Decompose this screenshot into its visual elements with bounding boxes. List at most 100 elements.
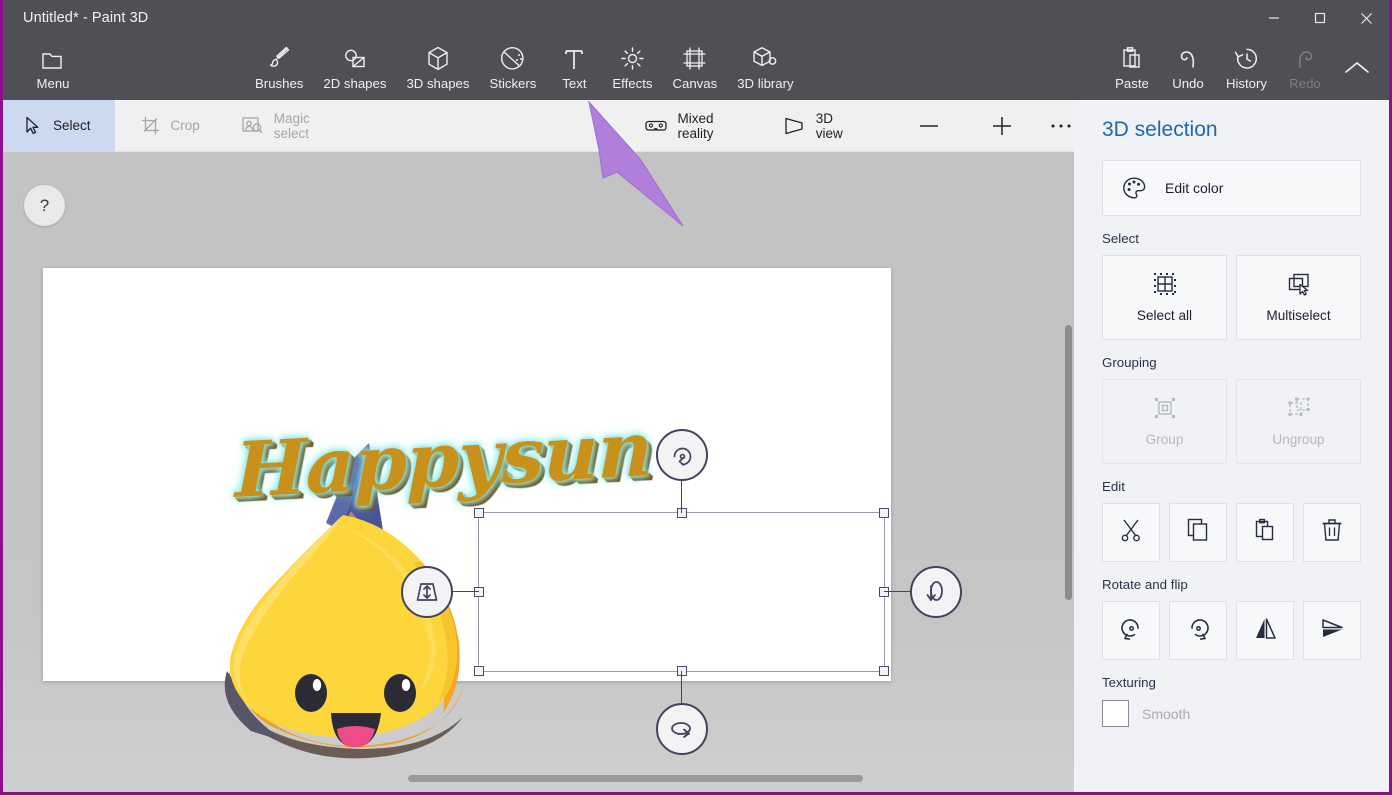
canvas-horizontal-scrollbar[interactable] <box>408 775 863 782</box>
menu-label: Menu <box>36 76 70 91</box>
flip-horizontal-button[interactable] <box>1236 601 1294 660</box>
rotate-flip-buttons-row <box>1102 601 1361 660</box>
flip-horizontal-icon <box>1253 616 1278 646</box>
select-buttons-row: Select all Multiselect <box>1102 255 1361 340</box>
resize-handle-left-center[interactable] <box>474 587 484 597</box>
menu-button[interactable]: Menu <box>21 36 85 100</box>
artboard[interactable]: Happysun <box>43 268 962 759</box>
tool-select[interactable]: Select <box>3 99 115 152</box>
canvas-stage[interactable]: ? Happysun <box>3 152 1080 792</box>
rotate-y-handle[interactable] <box>655 703 708 755</box>
group-icon <box>1153 396 1177 423</box>
edit-buttons-row <box>1102 503 1361 562</box>
rotate-left-button[interactable] <box>1102 601 1160 660</box>
cut-button[interactable] <box>1102 503 1160 562</box>
cube-icon <box>427 45 449 71</box>
paint3d-window: Untitled* - Paint 3D Menu Brushes 2D sha… <box>0 0 1392 795</box>
sticker-icon <box>500 45 525 71</box>
canvas-vertical-scrollbar[interactable] <box>1065 325 1072 600</box>
rotate-flip-section-label: Rotate and flip <box>1102 577 1188 592</box>
help-button[interactable]: ? <box>24 185 65 226</box>
texturing-section-label: Texturing <box>1102 675 1156 690</box>
minimize-button[interactable] <box>1251 0 1297 36</box>
zoom-out-button[interactable] <box>910 100 947 152</box>
selection-box[interactable] <box>401 429 962 755</box>
panel-title: 3D selection <box>1102 118 1218 141</box>
resize-handle-top-center[interactable] <box>676 508 687 518</box>
window-controls <box>1251 0 1389 36</box>
title-bar: Untitled* - Paint 3D <box>3 0 1389 36</box>
group-button[interactable]: Group <box>1102 379 1227 464</box>
ribbon-label-paste: Paste <box>1115 76 1149 91</box>
ribbon-item-undo[interactable]: Undo <box>1160 36 1216 100</box>
resize-handle-top-left[interactable] <box>474 508 484 518</box>
rotate-right-button[interactable] <box>1169 601 1227 660</box>
handle-connector-right <box>884 591 910 592</box>
select-all-button[interactable]: Select all <box>1102 255 1227 340</box>
rotate-x-handle[interactable] <box>910 566 962 618</box>
text-object-happysun[interactable]: Happysun <box>235 404 652 515</box>
tool-mixed-reality-label: Mixed reality <box>677 110 714 141</box>
cube-search-icon <box>752 45 779 71</box>
ribbon-label-effects: Effects <box>612 76 653 91</box>
window-title: Untitled* - Paint 3D <box>23 10 149 26</box>
ribbon-label-redo: Redo <box>1289 76 1321 91</box>
resize-handle-bottom-right[interactable] <box>879 666 889 676</box>
resize-handle-bottom-center[interactable] <box>676 666 687 676</box>
depth-move-handle[interactable] <box>401 566 453 618</box>
delete-button[interactable] <box>1303 503 1361 562</box>
rotate-z-handle[interactable] <box>655 429 708 481</box>
undo-arrow-icon <box>1176 45 1200 71</box>
ribbon-label-canvas: Canvas <box>672 76 718 91</box>
tool-select-label: Select <box>53 118 91 133</box>
sun-effects-icon <box>620 45 645 71</box>
help-label: ? <box>39 195 50 215</box>
rotate-left-icon <box>1119 616 1144 646</box>
smooth-checkbox-row[interactable]: Smooth <box>1102 700 1361 727</box>
edit-color-label: Edit color <box>1165 180 1224 196</box>
ribbon-item-effects[interactable]: Effects <box>602 36 662 100</box>
ribbon-item-stickers[interactable]: Stickers <box>479 36 546 100</box>
flip-vertical-button[interactable] <box>1303 601 1361 660</box>
ribbon-item-text[interactable]: Text <box>546 36 602 100</box>
ribbon-label-3d-shapes: 3D shapes <box>406 76 470 91</box>
resize-handle-top-right[interactable] <box>879 508 889 518</box>
resize-handle-bottom-left[interactable] <box>474 666 484 676</box>
ribbon-item-paste[interactable]: Paste <box>1104 36 1160 100</box>
ribbon-item-history[interactable]: History <box>1216 36 1277 100</box>
tool-3d-view[interactable]: 3D view <box>757 100 871 152</box>
maximize-button[interactable] <box>1297 0 1343 36</box>
tool-crop[interactable]: Crop <box>115 100 216 152</box>
edit-color-button[interactable]: Edit color <box>1102 160 1361 216</box>
paste-button[interactable] <box>1236 503 1294 562</box>
ungroup-icon <box>1287 396 1311 423</box>
ribbon-item-brushes[interactable]: Brushes <box>245 36 313 100</box>
resize-handle-right-center[interactable] <box>879 587 889 597</box>
smooth-checkbox[interactable] <box>1102 700 1129 727</box>
ribbon-item-canvas[interactable]: Canvas <box>662 36 727 100</box>
scissors-icon <box>1120 518 1142 547</box>
ribbon-collapse-button[interactable] <box>1333 36 1381 100</box>
multiselect-button[interactable]: Multiselect <box>1236 255 1361 340</box>
ribbon-item-2d-shapes[interactable]: 2D shapes <box>313 36 396 100</box>
ribbon-label-stickers: Stickers <box>489 76 537 91</box>
copy-button[interactable] <box>1169 503 1227 562</box>
ribbon-item-3d-shapes[interactable]: 3D shapes <box>396 36 479 100</box>
perspective-icon <box>783 116 805 136</box>
plus-icon <box>991 115 1013 137</box>
close-button[interactable] <box>1343 0 1389 36</box>
select-all-icon <box>1153 272 1177 299</box>
minus-icon <box>918 115 940 137</box>
edit-section-label: Edit <box>1102 479 1125 494</box>
zoom-in-button[interactable] <box>984 100 1021 152</box>
clipboard-icon <box>1254 518 1276 547</box>
tool-mixed-reality[interactable]: Mixed reality <box>629 100 757 152</box>
properties-panel: 3D selection Edit color Select Select al… <box>1074 100 1389 792</box>
ribbon-item-3d-library[interactable]: 3D library <box>727 36 803 100</box>
tool-magic-select[interactable]: Magic select <box>216 100 353 152</box>
crop-icon <box>141 116 160 135</box>
clipboard-icon <box>1120 45 1143 71</box>
ribbon-item-redo[interactable]: Redo <box>1277 36 1333 100</box>
ribbon-toolbar: Menu Brushes 2D shapes 3D shapes Sticker… <box>3 36 1389 100</box>
ungroup-button[interactable]: Ungroup <box>1236 379 1361 464</box>
